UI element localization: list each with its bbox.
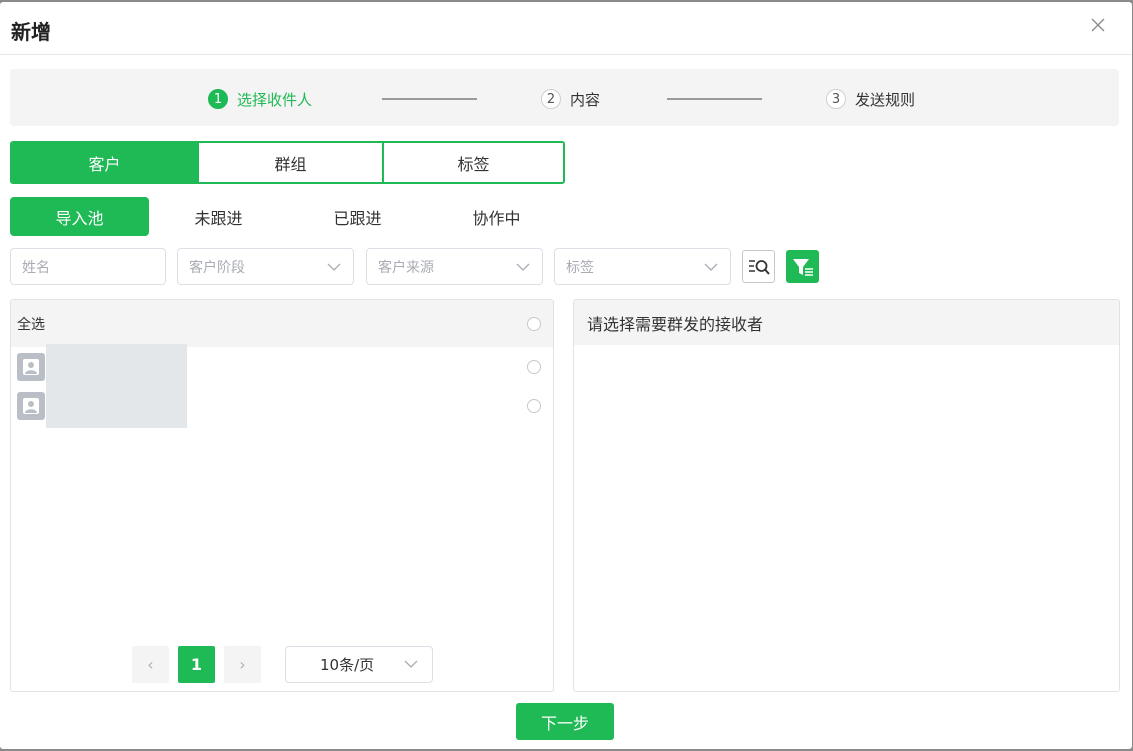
add-dialog: 新增 1 选择收件人 2 内容 3 发送规则 客户 群组 标签 导入池 未跟进 …	[0, 2, 1132, 749]
dialog-title: 新增	[11, 20, 51, 44]
chevron-down-icon	[704, 263, 718, 271]
tab-tag[interactable]: 标签	[382, 143, 563, 182]
steps-bar: 1 选择收件人 2 内容 3 发送规则	[10, 69, 1119, 126]
page-1-button[interactable]: 1	[178, 646, 215, 683]
row-radio[interactable]	[527, 399, 541, 413]
tag-placeholder: 标签	[566, 259, 594, 276]
step-connector	[667, 98, 762, 100]
recipient-type-tabs: 客户 群组 标签	[10, 141, 565, 184]
step-connector	[382, 98, 477, 100]
filter-icon	[792, 258, 813, 276]
row-radio[interactable]	[527, 360, 541, 374]
name-input[interactable]: 姓名	[10, 248, 166, 285]
tab-not-followed[interactable]: 未跟进	[149, 197, 288, 236]
page-size-select[interactable]: 10条/页	[285, 646, 433, 683]
step-number: 3	[826, 89, 846, 109]
tab-group[interactable]: 群组	[197, 143, 382, 182]
tab-collaborating[interactable]: 协作中	[427, 197, 566, 236]
prev-page-button[interactable]: ‹	[132, 646, 169, 683]
tab-import-pool[interactable]: 导入池	[10, 197, 149, 236]
step-content: 2 内容	[541, 88, 600, 110]
step-number: 2	[541, 89, 561, 109]
chevron-down-icon	[516, 263, 530, 271]
tab-followed[interactable]: 已跟进	[288, 197, 427, 236]
dialog-header: 新增	[0, 2, 1132, 55]
chevron-down-icon	[327, 263, 341, 271]
step-label: 内容	[570, 90, 601, 109]
step-send-rules: 3 发送规则	[826, 88, 915, 110]
selected-panel-header: 请选择需要群发的接收者	[574, 300, 1119, 345]
source-select[interactable]: 客户来源	[366, 248, 543, 285]
next-step-button[interactable]: 下一步	[516, 703, 614, 740]
selected-recipients-panel: 请选择需要群发的接收者	[573, 299, 1120, 692]
page-size-label: 10条/页	[320, 656, 375, 674]
stage-placeholder: 客户阶段	[189, 259, 245, 276]
source-placeholder: 客户来源	[378, 259, 434, 276]
redacted-names	[46, 344, 187, 428]
select-all-radio[interactable]	[527, 317, 541, 331]
avatar	[17, 392, 45, 420]
user-icon	[23, 359, 39, 375]
name-placeholder: 姓名	[22, 259, 50, 276]
next-page-button[interactable]: ›	[224, 646, 261, 683]
user-icon	[23, 398, 39, 414]
customer-list-panel: 全选 ‹ 1 › 10条/页	[10, 299, 554, 692]
tab-customer[interactable]: 客户	[12, 143, 197, 182]
chevron-down-icon	[404, 660, 418, 668]
step-label: 发送规则	[855, 90, 916, 109]
search-button[interactable]	[742, 250, 775, 283]
step-select-recipients: 1 选择收件人	[208, 88, 312, 110]
stage-select[interactable]: 客户阶段	[177, 248, 354, 285]
list-search-icon	[748, 259, 770, 275]
step-label: 选择收件人	[237, 90, 313, 109]
avatar	[17, 353, 45, 381]
select-all-label: 全选	[17, 316, 45, 333]
close-icon[interactable]	[1088, 15, 1108, 35]
select-all-row: 全选	[11, 300, 553, 347]
filter-button[interactable]	[786, 250, 819, 283]
step-number: 1	[208, 89, 228, 109]
tag-select[interactable]: 标签	[554, 248, 731, 285]
selected-panel-title: 请选择需要群发的接收者	[587, 314, 764, 334]
